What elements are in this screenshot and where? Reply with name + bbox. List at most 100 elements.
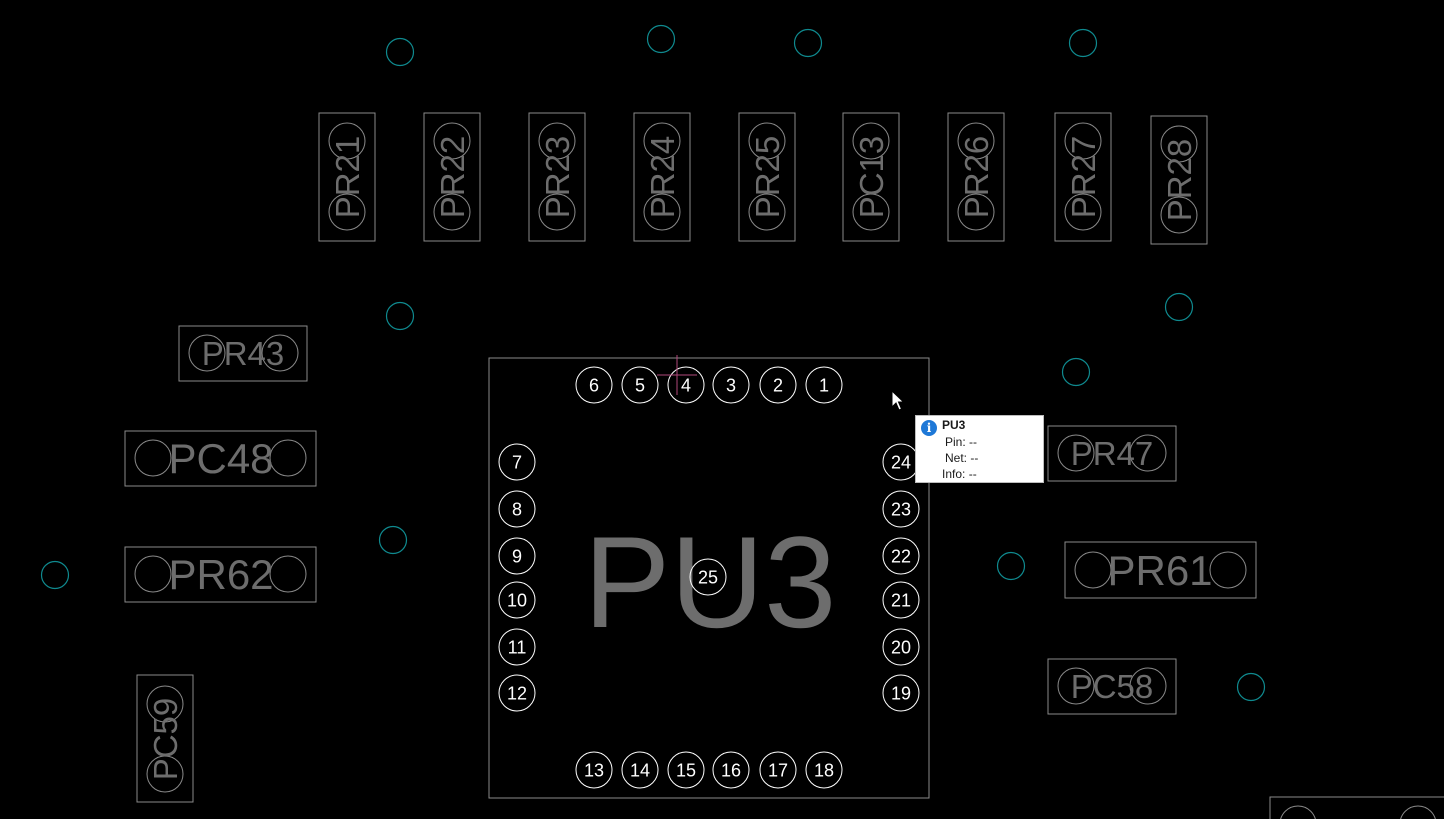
chip-pu3[interactable]: PU3 6 5 4 3 2 113 14 15 16 17 18789101112242322212… bbox=[488, 357, 930, 799]
component-pr62[interactable]: PR62 bbox=[124, 546, 317, 603]
pad-23[interactable]: 23 bbox=[882, 490, 920, 528]
component-pc59[interactable]: PC59 bbox=[136, 674, 194, 803]
top-row-components: PR21 PR22 PR23 PR24 PR25 PC13 PR26 PR27 PR28 bbox=[318, 112, 1208, 245]
via[interactable] bbox=[1068, 28, 1098, 58]
component-label: PC59 bbox=[147, 698, 184, 781]
pad-number: 9 bbox=[512, 547, 522, 567]
component-pr47[interactable]: PR47 bbox=[1047, 425, 1177, 482]
pad-number: 10 bbox=[507, 591, 527, 611]
via[interactable] bbox=[1061, 357, 1091, 387]
pad-12[interactable]: 12 bbox=[498, 674, 536, 712]
pad-number: 12 bbox=[507, 684, 527, 704]
component-pr25[interactable]: PR25 bbox=[738, 112, 796, 242]
pad-3[interactable]: 3 bbox=[712, 366, 750, 404]
pad-number: 7 bbox=[512, 453, 522, 473]
component-pr61[interactable]: PR61 bbox=[1064, 541, 1257, 599]
component-pc13[interactable]: PC13 bbox=[842, 112, 900, 242]
tooltip-title: PU3 bbox=[942, 418, 966, 432]
pad-8[interactable]: 8 bbox=[498, 490, 536, 528]
pad-13[interactable]: 13 bbox=[575, 751, 613, 789]
pad-number: 8 bbox=[512, 500, 522, 520]
component-label: PC48 bbox=[168, 435, 273, 482]
pad-number: 20 bbox=[891, 638, 911, 658]
tooltip-pin-value: -- bbox=[969, 435, 978, 449]
pad-17[interactable]: 17 bbox=[759, 751, 797, 789]
pad-4[interactable]: 4 bbox=[667, 366, 705, 404]
pad-9[interactable]: 9 bbox=[498, 537, 536, 575]
via[interactable] bbox=[646, 24, 676, 54]
arrow-cursor-icon bbox=[891, 390, 905, 411]
pad-5[interactable]: 5 bbox=[621, 366, 659, 404]
component-partial[interactable] bbox=[1269, 796, 1444, 819]
tooltip-net-row: Net: -- bbox=[945, 451, 978, 465]
pcb-canvas[interactable]: PR21 PR22 PR23 PR24 PR25 PC13 PR26 PR27 PR28 PR4… bbox=[0, 0, 1444, 819]
pad-number: 22 bbox=[891, 547, 911, 567]
pad-19[interactable]: 19 bbox=[882, 674, 920, 712]
component-label: PR24 bbox=[644, 136, 681, 219]
component-pr21[interactable]: PR21 bbox=[318, 112, 376, 242]
via[interactable] bbox=[1236, 672, 1266, 702]
component-label: PR61 bbox=[1107, 547, 1212, 594]
pad-number: 2 bbox=[773, 376, 783, 396]
pad-number: 19 bbox=[891, 684, 911, 704]
pad-24[interactable]: 24 bbox=[882, 443, 920, 481]
pad-14[interactable]: 14 bbox=[621, 751, 659, 789]
pad-21[interactable]: 21 bbox=[882, 581, 920, 619]
component-pc58[interactable]: PC58 bbox=[1047, 658, 1177, 715]
pad-number: 6 bbox=[589, 376, 599, 396]
pad-number: 23 bbox=[891, 500, 911, 520]
tooltip-info-label: Info: bbox=[942, 467, 966, 481]
pad-number: 15 bbox=[676, 761, 696, 781]
via[interactable] bbox=[40, 560, 70, 590]
pad-18[interactable]: 18 bbox=[805, 751, 843, 789]
pad-16[interactable]: 16 bbox=[712, 751, 750, 789]
tooltip-net-label: Net: bbox=[945, 451, 968, 465]
via[interactable] bbox=[385, 301, 415, 331]
pad-number: 11 bbox=[508, 638, 527, 658]
pad-number: 14 bbox=[630, 761, 650, 781]
svg-text:25: 25 bbox=[698, 568, 718, 588]
pad-number: 24 bbox=[891, 453, 911, 473]
component-label: PR23 bbox=[539, 136, 576, 219]
via[interactable] bbox=[378, 525, 408, 555]
pad-number: 5 bbox=[635, 376, 645, 396]
pad-6[interactable]: 6 bbox=[575, 366, 613, 404]
component-pr24[interactable]: PR24 bbox=[633, 112, 691, 242]
component-label: PR22 bbox=[434, 136, 471, 219]
pad-number: 1 bbox=[819, 376, 829, 396]
component-pc48[interactable]: PC48 bbox=[124, 430, 317, 487]
component-pr22[interactable]: PR22 bbox=[423, 112, 481, 242]
component-pr27[interactable]: PR27 bbox=[1054, 112, 1112, 242]
pad-1[interactable]: 1 bbox=[805, 366, 843, 404]
hover-tooltip: i PU3 Pin: -- Net: -- Info: -- bbox=[915, 415, 1044, 483]
component-label: PR27 bbox=[1065, 136, 1102, 219]
component-label: PC58 bbox=[1071, 668, 1154, 705]
component-pr28[interactable]: PR28 bbox=[1150, 115, 1208, 245]
pad-20[interactable]: 20 bbox=[882, 628, 920, 666]
component-label: PR62 bbox=[168, 551, 273, 598]
via[interactable] bbox=[1164, 292, 1194, 322]
component-pr43[interactable]: PR43 bbox=[178, 325, 308, 382]
via[interactable] bbox=[385, 37, 415, 67]
pad-10[interactable]: 10 bbox=[498, 581, 536, 619]
pad-2[interactable]: 2 bbox=[759, 366, 797, 404]
tooltip-info-row: Info: -- bbox=[942, 467, 977, 481]
pad-11[interactable]: 11 bbox=[498, 628, 536, 666]
info-icon: i bbox=[921, 420, 937, 436]
pad-22[interactable]: 22 bbox=[882, 537, 920, 575]
tooltip-pin-row: Pin: -- bbox=[945, 435, 977, 449]
pad-number: 21 bbox=[891, 591, 911, 611]
via[interactable] bbox=[793, 28, 823, 58]
pad-number: 3 bbox=[726, 376, 736, 396]
via[interactable] bbox=[996, 551, 1026, 581]
pad-number: 18 bbox=[814, 761, 834, 781]
pad-number: 17 bbox=[768, 761, 788, 781]
pad-7[interactable]: 7 bbox=[498, 443, 536, 481]
component-label: PR47 bbox=[1071, 435, 1154, 472]
tooltip-net-value: -- bbox=[970, 451, 979, 465]
component-pr26[interactable]: PR26 bbox=[947, 112, 1005, 242]
component-pr23[interactable]: PR23 bbox=[528, 112, 586, 242]
component-label: PR26 bbox=[958, 136, 995, 219]
tooltip-info-value: -- bbox=[968, 467, 977, 481]
pad-15[interactable]: 15 bbox=[667, 751, 705, 789]
